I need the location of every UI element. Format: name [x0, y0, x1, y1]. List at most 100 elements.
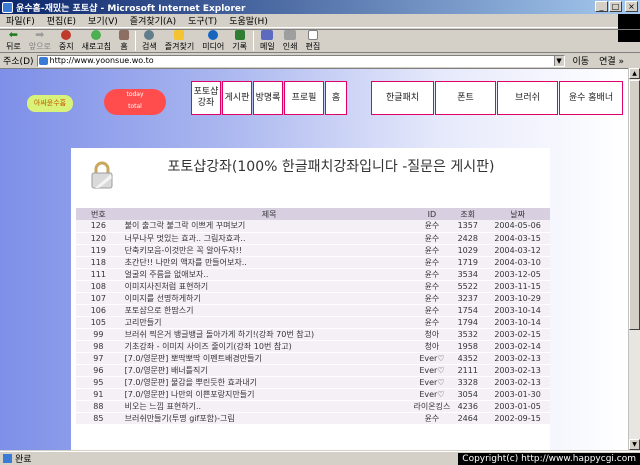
back-button[interactable]: ⬅ 뒤로 — [2, 29, 25, 53]
row-title[interactable]: 너무나무 멋있는 효과.. 그림자효과.. — [120, 232, 414, 245]
row-id: Ever♡ — [413, 352, 451, 365]
nav-banner[interactable]: 윤수 홈배너 — [559, 81, 623, 115]
row-num: 96 — [76, 364, 121, 377]
row-title[interactable]: [7.0/영문판] 뽀딱뽀딱 이펜트배경만들기 — [120, 352, 414, 365]
row-title[interactable]: [7.0/영문판] 나만의 이쁜포랑지만들기 — [120, 388, 414, 401]
search-button[interactable]: 검색 — [138, 29, 161, 53]
table-row[interactable]: 108 이미지사진처럼 표현하기 윤수 5522 2003-11-15 — [76, 280, 550, 293]
row-title[interactable]: 단축키모음-이것만은 꼭 알아두자!! — [120, 244, 414, 257]
row-id: 윤수 — [413, 292, 451, 305]
table-row[interactable]: 105 고리만들기 윤수 1794 2003-10-14 — [76, 316, 550, 329]
scroll-thumb[interactable] — [629, 80, 640, 330]
row-title[interactable]: 포토샵으로 한땀스기 — [120, 304, 414, 317]
table-row[interactable]: 88 비오는 느낌 표현하기.. 라이온킹스 4236 2003-01-05 — [76, 400, 550, 413]
stop-icon — [61, 30, 72, 40]
nav-photoshop-course[interactable]: 포토샵 강좌 — [191, 81, 221, 115]
row-title[interactable]: 비오는 느낌 표현하기.. — [120, 400, 414, 413]
nav-profile[interactable]: 프로필 — [284, 81, 324, 115]
row-num: 105 — [76, 316, 121, 329]
nav-guestbook[interactable]: 방명록 — [253, 81, 283, 115]
row-title[interactable]: 고리만들기 — [120, 316, 414, 329]
nav-brushes[interactable]: 브러쉬 — [497, 81, 558, 115]
row-views: 2428 — [450, 232, 486, 245]
address-url: http://www.yoonsue.wo.to — [49, 55, 154, 65]
vertical-scrollbar[interactable]: ▲ ▼ — [628, 68, 640, 450]
mail-button[interactable]: 메일 — [256, 29, 279, 53]
row-title[interactable]: 얼굴의 주름을 없애보자.. — [120, 268, 414, 281]
forward-button[interactable]: ➡ 앞으로 — [25, 29, 55, 53]
row-title[interactable]: 이미지를 선명하게하기 — [120, 292, 414, 305]
edit-button[interactable]: 편집 — [302, 29, 325, 53]
menu-tools[interactable]: 도구(T) — [182, 14, 223, 27]
home-button[interactable]: 홈 — [115, 29, 133, 53]
table-row[interactable]: 126 불이 출그락 불그락 이쁘게 꾸며보기 윤수 1357 2004-05-06 — [76, 220, 550, 233]
favorites-button[interactable]: 즐겨찾기 — [161, 29, 198, 53]
nav-fonts[interactable]: 폰트 — [435, 81, 496, 115]
stop-button[interactable]: 중지 — [55, 29, 78, 53]
row-id: Ever♡ — [413, 376, 451, 389]
row-date: 2003-01-30 — [485, 388, 550, 401]
go-button[interactable]: 이동 — [565, 54, 594, 67]
row-num: 119 — [76, 244, 121, 257]
minimize-icon[interactable]: _ — [595, 1, 608, 12]
row-title[interactable]: 브러쉬만들기(투명 gif포함)-그림 — [120, 412, 414, 425]
counter-logo: today total since — [104, 89, 166, 115]
menu-edit[interactable]: 편집(E) — [41, 14, 82, 27]
table-row[interactable]: 106 포토샵으로 한땀스기 윤수 1754 2003-10-14 — [76, 304, 550, 317]
nav-board[interactable]: 게시판 — [222, 81, 252, 115]
table-row[interactable]: 99 브러쉬 찍은거 뱅글뱅글 돌아가게 하기!(강좌 70번 참고) 청아 3532… — [76, 328, 550, 341]
scroll-up-icon[interactable]: ▲ — [629, 68, 640, 79]
maximize-icon[interactable]: □ — [609, 1, 622, 12]
row-num: 120 — [76, 232, 121, 245]
menu-help[interactable]: 도움말(H) — [223, 14, 274, 27]
counter-total: total — [128, 103, 142, 110]
table-row[interactable]: 118 초간단!! 나만의 액자를 만들어보자.. 윤수 1719 2004-03-10 — [76, 256, 550, 269]
history-button[interactable]: 기록 — [228, 29, 251, 53]
print-icon — [284, 30, 297, 40]
table-row[interactable]: 98 기초강좌 - 이미지 사이즈 줄이기(강좌 10번 참고) 청아 1958 200… — [76, 340, 550, 353]
table-row[interactable]: 120 너무나무 멋있는 효과.. 그림자효과.. 윤수 2428 2004-03-15 — [76, 232, 550, 245]
links-button[interactable]: 연결 » — [593, 54, 624, 67]
close-icon[interactable]: × — [625, 1, 638, 12]
row-title[interactable]: [7.0/영문판] 배너틀직기 — [120, 364, 414, 377]
header-num: 번호 — [76, 208, 121, 220]
media-button[interactable]: 미디어 — [198, 29, 228, 53]
row-title[interactable]: 이미지사진처럼 표현하기 — [120, 280, 414, 293]
table-row[interactable]: 85 브러쉬만들기(투명 gif포함)-그림 윤수 2464 2002-09-15 — [76, 412, 550, 425]
menu-favorites[interactable]: 즐겨찾기(A) — [124, 14, 182, 27]
row-id: 윤수 — [413, 256, 451, 269]
nav-home[interactable]: 홈 — [325, 81, 347, 115]
window-titlebar: 윤수홈-재밌는 포토샵 - Microsoft Internet Explore… — [0, 0, 640, 14]
chevron-down-icon[interactable]: ▼ — [553, 55, 564, 66]
row-id: Ever♡ — [413, 388, 451, 401]
status-bar: 완료 Copyright(c) http://www.happycgi.com — [0, 451, 640, 465]
print-button[interactable]: 인쇄 — [279, 29, 302, 53]
scroll-down-icon[interactable]: ▼ — [629, 439, 640, 450]
table-row[interactable]: 119 단축키모음-이것만은 꼭 알아두자!! 윤수 1029 2004-03-12 — [76, 244, 550, 257]
address-label: 주소(D) — [3, 57, 34, 67]
row-title[interactable]: [7.0/영문판] 물감을 뿌린듯한 효과내기 — [120, 376, 414, 389]
row-date: 2004-05-06 — [485, 220, 550, 233]
row-title[interactable]: 브러쉬 찍은거 뱅글뱅글 돌아가게 하기!(강좌 70번 참고) — [120, 328, 414, 341]
row-num: 106 — [76, 304, 121, 317]
row-id: 윤수 — [413, 220, 451, 233]
row-title[interactable]: 초간단!! 나만의 액자를 만들어보자.. — [120, 256, 414, 269]
menu-view[interactable]: 보기(V) — [82, 14, 124, 27]
menu-file[interactable]: 파일(F) — [0, 14, 41, 27]
table-row[interactable]: 91 [7.0/영문판] 나만의 이쁜포랑지만들기 Ever♡ 3054 2003-01… — [76, 388, 550, 401]
row-date: 2003-02-13 — [485, 376, 550, 389]
address-input[interactable]: http://www.yoonsue.wo.to ▼ — [36, 54, 565, 67]
refresh-button[interactable]: 새로고침 — [78, 29, 115, 53]
table-row[interactable]: 95 [7.0/영문판] 물감을 뿌린듯한 효과내기 Ever♡ 3328 2003-0… — [76, 376, 550, 389]
site-logo[interactable]: 아싸윤수홈 — [27, 95, 73, 112]
header-date: 날짜 — [485, 208, 550, 220]
table-row[interactable]: 96 [7.0/영문판] 배너틀직기 Ever♡ 2111 2003-02-13 — [76, 364, 550, 377]
row-views: 1958 — [450, 340, 486, 353]
nav-korean-patch[interactable]: 한글패치 — [371, 81, 434, 115]
table-row[interactable]: 111 얼굴의 주름을 없애보자.. 윤수 3534 2003-12-05 — [76, 268, 550, 281]
search-label: 검색 — [142, 42, 157, 51]
table-row[interactable]: 97 [7.0/영문판] 뽀딱뽀딱 이펜트배경만들기 Ever♡ 4352 2003-0… — [76, 352, 550, 365]
row-title[interactable]: 불이 출그락 불그락 이쁘게 꾸며보기 — [120, 220, 414, 233]
table-row[interactable]: 107 이미지를 선명하게하기 윤수 3237 2003-10-29 — [76, 292, 550, 305]
row-title[interactable]: 기초강좌 - 이미지 사이즈 줄이기(강좌 10번 참고) — [120, 340, 414, 353]
